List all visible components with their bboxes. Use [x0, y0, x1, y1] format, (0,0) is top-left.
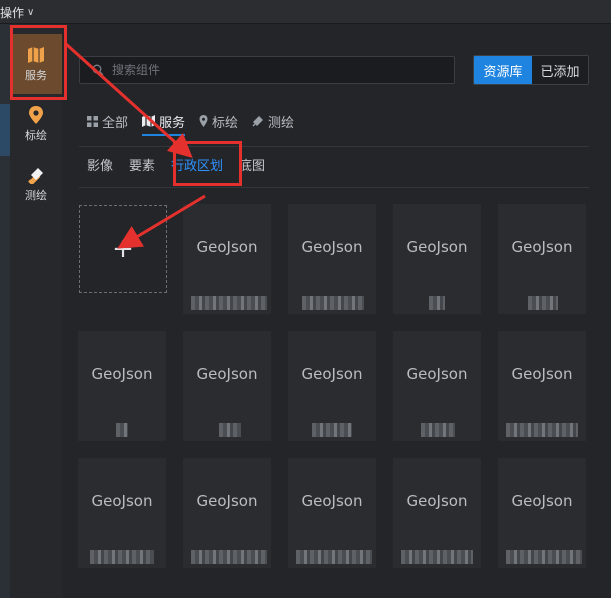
annotation-arrows — [64, 42, 206, 249]
annotation-arrow-to-add — [117, 194, 206, 249]
annotation-arrow-to-subtab — [64, 42, 193, 159]
